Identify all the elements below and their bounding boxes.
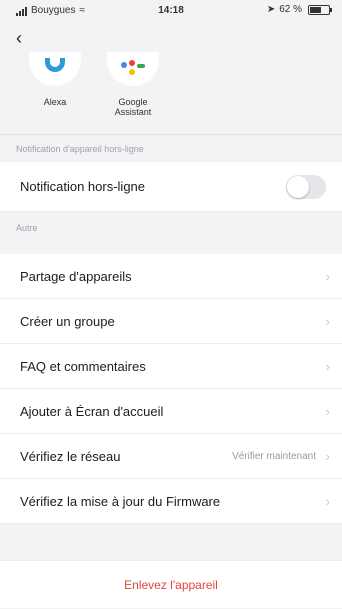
chevron-right-icon: › [325, 449, 330, 464]
menu-item-label: Créer un groupe [20, 314, 115, 329]
section-header-offline: Notification d'appareil hors-ligne [0, 134, 342, 162]
status-bar: Bouygues ≈ 14:18 ➤ 62 % [0, 0, 342, 24]
google-assistant-label-line1: Google [118, 97, 148, 107]
voice-assistants: Alexa Google Assistant [0, 52, 342, 132]
remove-device-button[interactable]: Enlevez l'appareil [0, 560, 342, 608]
menu-item-label: Vérifiez le réseau [20, 449, 121, 464]
nav-bar: ‹ [0, 24, 342, 52]
menu-item-check-network[interactable]: Vérifiez le réseau Vérifier maintenant › [0, 434, 342, 479]
alexa-label: Alexa [43, 97, 67, 107]
toggle-knob [287, 176, 309, 198]
alexa-tile[interactable]: Alexa [20, 52, 90, 107]
check-now-value: Vérifier maintenant [232, 451, 316, 462]
chevron-right-icon: › [325, 494, 330, 509]
battery-percent: 62 % [279, 4, 302, 15]
chevron-left-icon: ‹ [16, 28, 22, 48]
google-assistant-icon [107, 52, 159, 86]
back-button[interactable]: ‹ [16, 28, 36, 48]
google-assistant-label-line2: Assistant [114, 107, 152, 117]
google-assistant-tile[interactable]: Google Assistant [98, 52, 168, 117]
menu-item-faq[interactable]: FAQ et commentaires › [0, 344, 342, 389]
location-icon: ➤ [266, 4, 276, 15]
battery-fill [310, 6, 322, 13]
battery-group: ➤ 62 % [266, 4, 332, 15]
menu-item-device-sharing[interactable]: Partage d'appareils › [0, 254, 342, 299]
offline-notification-label: Notification hors-ligne [20, 179, 146, 194]
menu-item-label: FAQ et commentaires [20, 359, 146, 374]
menu-item-label: Partage d'appareils [20, 269, 132, 284]
battery-icon [308, 4, 332, 15]
chevron-right-icon: › [325, 404, 330, 419]
menu-item-create-group[interactable]: Créer un groupe › [0, 299, 342, 344]
offline-notification-row: Notification hors-ligne [0, 162, 342, 212]
chevron-right-icon: › [325, 314, 330, 329]
offline-notification-toggle[interactable] [286, 175, 326, 199]
menu-item-firmware-update[interactable]: Vérifiez la mise à jour du Firmware › [0, 479, 342, 524]
chevron-right-icon: › [325, 359, 330, 374]
alexa-icon [29, 52, 81, 86]
menu-item-label: Ajouter à Écran d'accueil [20, 404, 164, 419]
menu-item-add-to-home[interactable]: Ajouter à Écran d'accueil › [0, 389, 342, 434]
section-header-other: Autre [0, 214, 342, 242]
google-assistant-label: Google Assistant [98, 97, 168, 117]
menu-item-label: Vérifiez la mise à jour du Firmware [20, 494, 221, 509]
chevron-right-icon: › [325, 269, 330, 284]
